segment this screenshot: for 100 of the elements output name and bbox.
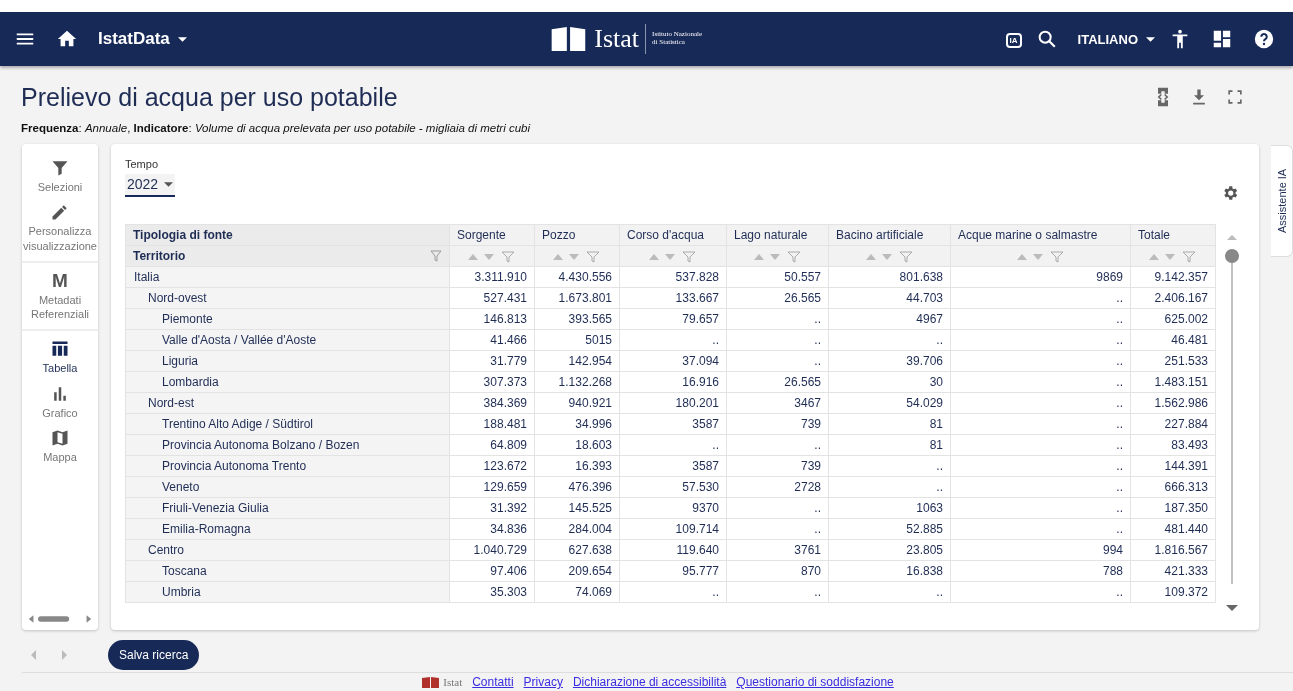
table-cell: 95.777: [619, 560, 727, 582]
column-header: Tipologia di fonte: [125, 224, 450, 246]
table-cell: 41.466: [449, 329, 535, 351]
sidebar-item[interactable]: Personalizza visualizzazione: [22, 198, 98, 257]
table-cell: 74.069: [534, 581, 620, 603]
table-cell: 50.557: [726, 266, 829, 288]
column-header: Sorgente: [449, 224, 535, 246]
column-header: Lago naturale: [726, 224, 829, 246]
save-search-button[interactable]: Salva ricerca: [108, 640, 200, 670]
ai-search-button[interactable]: IA: [1005, 30, 1022, 48]
table-cell: 54.029: [828, 392, 951, 414]
table-cell: 145.525: [534, 497, 620, 519]
row-label: Centro: [125, 539, 450, 561]
table-cell: 23.805: [828, 539, 951, 561]
field-label: Tempo: [125, 158, 160, 170]
table-cell: ..: [726, 581, 829, 603]
column-header: Totale: [1130, 224, 1216, 246]
table-cell: 307.373: [449, 371, 535, 393]
column-header: Corso d'acqua: [619, 224, 727, 246]
column-header: Pozzo: [534, 224, 620, 246]
table-cell: ..: [619, 434, 727, 456]
table-cell: 34.996: [534, 413, 620, 435]
row-label: Trentino Alto Adige / Südtirol: [125, 413, 450, 435]
table-cell: 31.392: [449, 497, 535, 519]
row-label: Toscana: [125, 560, 450, 582]
metadata-icon: M: [52, 270, 68, 291]
table-cell: 527.431: [449, 287, 535, 309]
sidebar-item[interactable]: M Metadati Referenziali: [22, 266, 98, 326]
row-label: Liguria: [125, 350, 450, 372]
assistant-tab[interactable]: Assistente IA: [1271, 145, 1293, 257]
sidebar-item[interactable]: Grafico: [22, 379, 98, 425]
table-cell: ..: [950, 518, 1131, 540]
table-cell: ..: [950, 497, 1131, 519]
table-cell: ..: [950, 434, 1131, 456]
horizontal-scrollbar[interactable]: [27, 614, 93, 624]
footer-logo-name: Istat: [443, 676, 463, 688]
logo-icon: [421, 676, 442, 688]
year-dropdown[interactable]: 2022: [125, 174, 176, 197]
footer-link[interactable]: Questionario di soddisfazione: [736, 675, 894, 689]
table-cell: 119.640: [619, 539, 727, 561]
caret-icon: [177, 36, 187, 42]
table-cell: 52.885: [828, 518, 951, 540]
table-cell: ..: [726, 434, 829, 456]
table-cell: 35.303: [449, 581, 535, 603]
table-cell: 3.311.910: [449, 266, 535, 288]
table-cell: 46.481: [1130, 329, 1216, 351]
table-cell: 3587: [619, 413, 727, 435]
footer-link[interactable]: Dichiarazione di accessibilità: [572, 675, 727, 689]
table-cell: 421.333: [1130, 560, 1216, 582]
table-cell: 26.565: [726, 371, 829, 393]
table-cell: ..: [950, 350, 1131, 372]
table-cell: 870: [726, 560, 829, 582]
table-cell: 3467: [726, 392, 829, 414]
table-cell: ..: [950, 329, 1131, 351]
table-cell: ..: [726, 350, 829, 372]
table-cell: 994: [950, 539, 1131, 561]
dashboard-icon[interactable]: [1211, 28, 1233, 50]
table-cell: 187.350: [1130, 497, 1216, 519]
table-cell: ..: [619, 581, 727, 603]
table-cell: 44.703: [828, 287, 951, 309]
table-cell: 64.809: [449, 434, 535, 456]
table-cell: 144.391: [1130, 455, 1216, 477]
table-cell: 129.659: [449, 476, 535, 498]
table-cell: 476.396: [534, 476, 620, 498]
language-dropdown[interactable]: ITALIANO: [1077, 31, 1155, 47]
row-label: Italia: [125, 266, 450, 288]
sidebar-item[interactable]: Tabella: [22, 335, 98, 380]
table-cell: 57.530: [619, 476, 727, 498]
table-cell: 4.430.556: [534, 266, 620, 288]
table-cell: 251.533: [1130, 350, 1216, 372]
row-label: Veneto: [125, 476, 450, 498]
table-cell: 393.565: [534, 308, 620, 330]
table-cell: 2728: [726, 476, 829, 498]
table-cell: 9370: [619, 497, 727, 519]
table-cell: 209.654: [534, 560, 620, 582]
row-label: Lombardia: [125, 371, 450, 393]
row-label: Emilia-Romagna: [125, 518, 450, 540]
fullscreen-icon[interactable]: [1225, 87, 1245, 107]
sidebar-item[interactable]: Selezioni: [22, 154, 98, 199]
table-cell: 1.673.801: [534, 287, 620, 309]
footer-link[interactable]: Contatti: [472, 675, 514, 689]
filter-icon[interactable]: [430, 250, 442, 262]
table-cell: 3761: [726, 539, 829, 561]
table-cell: 79.657: [619, 308, 727, 330]
footer-link[interactable]: Privacy: [523, 675, 563, 689]
app-menu-button[interactable]: IstatData: [98, 29, 187, 49]
table-cell: 940.921: [534, 392, 620, 414]
row-label: Friuli-Venezia Giulia: [125, 497, 450, 519]
table-cell: ..: [950, 287, 1131, 309]
page-title: Prelievo di acqua per uso potabile: [21, 82, 399, 112]
row-label: Provincia Autonoma Trento: [125, 455, 450, 477]
help-icon[interactable]: [1253, 28, 1275, 50]
table-cell: 133.667: [619, 287, 727, 309]
sidebar-item[interactable]: Mappa: [22, 424, 98, 469]
table-cell: 284.004: [534, 518, 620, 540]
table-cell: ..: [619, 329, 727, 351]
table-cell: 1063: [828, 497, 951, 519]
row-label: Nord-est: [125, 392, 450, 414]
table-cell: ..: [726, 308, 829, 330]
filter-icon: [50, 158, 70, 178]
